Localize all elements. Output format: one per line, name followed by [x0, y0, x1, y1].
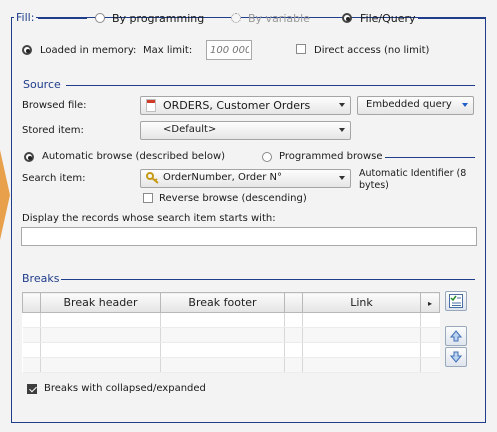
spacer-header — [284, 292, 303, 313]
arrow-down-icon — [449, 351, 463, 366]
select-all-button[interactable] — [445, 291, 467, 311]
key-icon — [146, 172, 160, 184]
by-variable-label: By variable — [248, 12, 310, 25]
row-selector-header — [22, 292, 41, 313]
move-up-button[interactable] — [445, 326, 467, 346]
programmed-browse-radio[interactable] — [262, 152, 272, 162]
stored-item-label: Stored item: — [22, 125, 84, 136]
browsed-file-label: Browsed file: — [22, 100, 87, 111]
table-row[interactable] — [22, 312, 440, 328]
browsed-file-value: ORDERS, Customer Orders — [163, 99, 311, 112]
loaded-in-memory-radio[interactable] — [22, 45, 32, 55]
table-scroll-button[interactable]: ▸ — [420, 292, 440, 313]
search-item-info: Automatic Identifier (8 bytes) — [359, 168, 467, 191]
chevron-down-icon — [339, 128, 345, 132]
chevron-down-icon — [339, 103, 345, 107]
move-down-button[interactable] — [445, 347, 467, 367]
side-marker — [0, 150, 10, 240]
table-row[interactable] — [22, 342, 440, 358]
search-item-combo[interactable]: OrderNumber, Order N° — [140, 169, 351, 188]
display-records-input[interactable] — [21, 227, 477, 246]
embedded-query-button[interactable]: Embedded query — [357, 96, 474, 115]
source-legend-line — [66, 85, 475, 86]
column-link[interactable]: Link — [302, 292, 421, 313]
max-limit-label: Max limit: — [143, 45, 193, 56]
browsed-file-combo[interactable]: ORDERS, Customer Orders — [140, 96, 351, 115]
direct-access-checkbox[interactable] — [296, 44, 306, 54]
loaded-in-memory-label[interactable]: Loaded in memory: — [40, 45, 136, 56]
chevron-down-icon — [462, 103, 468, 107]
automatic-browse-label[interactable]: Automatic browse (described below) — [42, 151, 225, 162]
collapsed-expanded-checkbox[interactable] — [27, 384, 37, 394]
breaks-table[interactable]: Break header Break footer Link ▸ — [22, 292, 440, 373]
by-variable-radio — [231, 13, 241, 23]
reverse-browse-label[interactable]: Reverse browse (descending) — [159, 193, 307, 204]
stored-item-combo[interactable]: <Default> — [140, 121, 351, 140]
programmed-browse-label[interactable]: Programmed browse — [279, 151, 383, 162]
chevron-down-icon — [339, 176, 345, 180]
arrow-up-icon — [449, 330, 463, 345]
display-records-label: Display the records whose search item st… — [22, 213, 276, 224]
search-item-value: OrderNumber, Order N° — [163, 172, 283, 183]
automatic-browse-radio[interactable] — [24, 152, 34, 162]
column-break-header[interactable]: Break header — [40, 292, 161, 313]
file-query-label[interactable]: File/Query — [360, 12, 416, 25]
direct-access-label[interactable]: Direct access (no limit) — [314, 45, 429, 56]
fill-legend: Fill: — [14, 11, 37, 24]
by-programming-radio[interactable] — [95, 13, 105, 23]
table-row[interactable] — [22, 357, 440, 373]
checklist-icon — [449, 294, 463, 311]
fill-legend-line — [38, 18, 87, 19]
max-limit-input[interactable] — [206, 40, 252, 60]
by-programming-label[interactable]: By programming — [112, 12, 204, 25]
reverse-browse-checkbox[interactable] — [143, 193, 153, 203]
stored-item-value: <Default> — [163, 124, 217, 135]
collapsed-expanded-label[interactable]: Breaks with collapsed/expanded — [44, 383, 206, 394]
search-item-label: Search item: — [22, 173, 86, 184]
source-legend: Source — [21, 78, 63, 91]
breaks-legend: Breaks — [20, 272, 62, 285]
breaks-legend-line — [61, 279, 475, 280]
file-query-radio[interactable] — [342, 13, 352, 23]
fill-legend-line-right — [418, 18, 485, 19]
table-row[interactable] — [22, 327, 440, 343]
file-icon — [146, 99, 156, 112]
embedded-query-label: Embedded query — [366, 99, 452, 110]
browse-divider — [385, 157, 475, 158]
column-break-footer[interactable]: Break footer — [160, 292, 285, 313]
chevron-right-icon: ▸ — [427, 299, 432, 308]
